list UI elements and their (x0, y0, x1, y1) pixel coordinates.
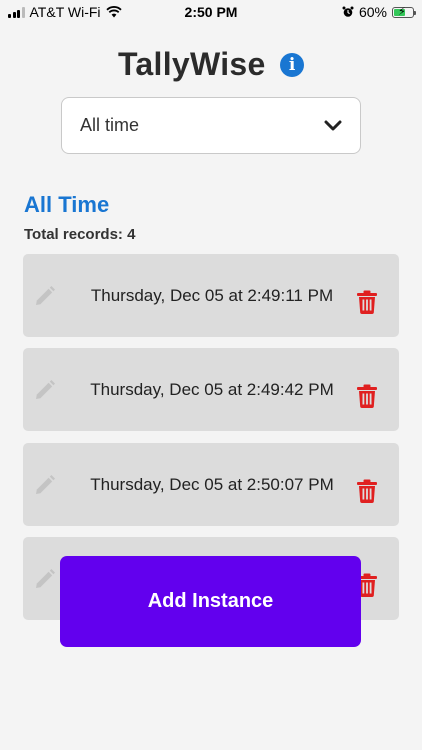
record-timestamp: Thursday, Dec 05 at 2:50:07 PM (90, 474, 334, 494)
record-timestamp: Thursday, Dec 05 at 2:49:11 PM (90, 285, 334, 305)
record-row: Thursday, Dec 05 at 2:50:07 PM (23, 443, 399, 526)
status-right: 60% ⚡ (342, 4, 416, 20)
pencil-icon[interactable] (33, 567, 57, 591)
record-timestamp: Thursday, Dec 05 at 2:49:42 PM (90, 379, 334, 399)
total-records: Total records: 4 (24, 226, 136, 243)
trash-icon[interactable] (357, 384, 377, 408)
alarm-icon (342, 6, 354, 17)
app-header: TallyWise i (0, 46, 422, 90)
pencil-icon[interactable] (33, 284, 57, 308)
chevron-down-icon (324, 120, 342, 130)
info-circle-icon[interactable]: i (280, 52, 305, 77)
add-instance-button[interactable]: Add Instance (60, 556, 361, 647)
pencil-icon[interactable] (33, 473, 57, 497)
app-title: TallyWise (117, 46, 266, 82)
battery-percent: 60% (358, 4, 387, 20)
status-bar: AT&T Wi-Fi 2:50 PM 60% ⚡ (0, 0, 422, 24)
record-row: Thursday, Dec 05 at 2:49:11 PM (23, 254, 399, 337)
section-title: All Time (24, 192, 110, 217)
pencil-icon[interactable] (33, 378, 57, 402)
battery-icon: ⚡ (392, 6, 416, 18)
time-filter-dropdown[interactable]: All time (61, 97, 361, 154)
trash-icon[interactable] (357, 479, 377, 503)
record-row: Thursday, Dec 05 at 2:49:42 PM (23, 348, 399, 431)
trash-icon[interactable] (357, 290, 377, 314)
time-filter-value: All time (80, 115, 140, 135)
